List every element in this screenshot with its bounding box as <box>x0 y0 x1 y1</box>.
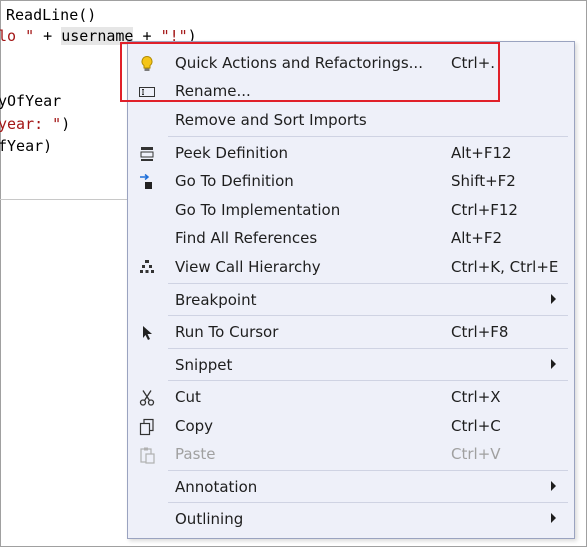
go-to-definition-icon <box>138 173 156 191</box>
menu-item-shortcut: Ctrl+V <box>451 445 501 463</box>
code-line-1: ReadLine() <box>6 6 96 24</box>
menu-item-shortcut: Ctrl+F12 <box>451 201 518 219</box>
cursor-icon <box>138 324 156 342</box>
code-text: fYear) <box>0 137 53 155</box>
menu-item-label: Peek Definition <box>175 144 289 162</box>
menu-separator <box>168 136 568 137</box>
menu-item-shortcut: Alt+F2 <box>451 229 503 247</box>
menu-item-label: Copy <box>175 417 214 435</box>
submenu-arrow-icon <box>551 294 556 304</box>
code-line-3: yOfYear <box>0 92 61 110</box>
menu-item-outlining[interactable]: Outlining <box>128 505 574 533</box>
menu-separator <box>168 380 568 381</box>
menu-item-label: Outlining <box>175 510 244 528</box>
menu-item-remove-sort-imports[interactable]: Remove and Sort Imports <box>128 106 574 134</box>
menu-item-label: Remove and Sort Imports <box>175 111 367 129</box>
menu-separator <box>168 315 568 316</box>
code-text: ) <box>61 115 71 133</box>
menu-item-peek-definition[interactable]: Peek Definition Alt+F12 <box>128 139 574 167</box>
scissors-icon <box>138 389 156 407</box>
menu-item-label: Snippet <box>175 356 233 374</box>
highlight-box <box>120 42 500 102</box>
menu-item-paste[interactable]: Paste Ctrl+V <box>128 440 574 468</box>
copy-icon <box>138 418 156 436</box>
peek-definition-icon <box>138 145 156 163</box>
submenu-arrow-icon <box>551 359 556 369</box>
menu-item-shortcut: Ctrl+C <box>451 417 501 435</box>
menu-item-label: Go To Implementation <box>175 201 341 219</box>
code-divider <box>0 199 128 200</box>
menu-item-label: Run To Cursor <box>175 323 279 341</box>
menu-separator <box>168 283 568 284</box>
paste-icon <box>138 446 156 464</box>
menu-item-go-to-definition[interactable]: Go To Definition Shift+F2 <box>128 167 574 195</box>
code-text: ReadLine() <box>6 6 97 24</box>
menu-item-shortcut: Ctrl+F8 <box>451 323 509 341</box>
menu-item-label: Annotation <box>175 478 258 496</box>
menu-item-shortcut: Alt+F12 <box>451 144 512 162</box>
code-string: lo " <box>0 27 35 45</box>
menu-separator <box>168 502 568 503</box>
menu-item-label: Find All References <box>175 229 318 247</box>
menu-item-label: Go To Definition <box>175 172 294 190</box>
menu-item-shortcut: Ctrl+X <box>451 388 501 406</box>
menu-item-copy[interactable]: Copy Ctrl+C <box>128 412 574 440</box>
menu-item-label: Cut <box>175 388 201 406</box>
call-hierarchy-icon <box>138 259 156 277</box>
menu-item-annotation[interactable]: Annotation <box>128 473 574 501</box>
menu-separator <box>168 348 568 349</box>
submenu-arrow-icon <box>551 481 556 491</box>
menu-item-view-call-hierarchy[interactable]: View Call Hierarchy Ctrl+K, Ctrl+E <box>128 253 574 281</box>
menu-item-go-to-implementation[interactable]: Go To Implementation Ctrl+F12 <box>128 196 574 224</box>
code-text: + <box>34 27 62 45</box>
menu-separator <box>168 470 568 471</box>
menu-item-run-to-cursor[interactable]: Run To Cursor Ctrl+F8 <box>128 318 574 346</box>
menu-item-snippet[interactable]: Snippet <box>128 351 574 379</box>
menu-item-label: Breakpoint <box>175 291 257 309</box>
menu-item-shortcut: Ctrl+K, Ctrl+E <box>451 258 559 276</box>
code-line-5: fYear) <box>0 137 52 155</box>
menu-item-shortcut: Shift+F2 <box>451 172 516 190</box>
menu-item-label: Paste <box>175 445 216 463</box>
context-menu: Quick Actions and Refactorings... Ctrl+.… <box>127 41 575 539</box>
menu-item-breakpoint[interactable]: Breakpoint <box>128 286 574 314</box>
code-text: yOfYear <box>0 92 62 110</box>
code-line-4: year: ") <box>0 115 70 133</box>
menu-item-cut[interactable]: Cut Ctrl+X <box>128 383 574 411</box>
submenu-arrow-icon <box>551 513 556 523</box>
code-string: year: " <box>0 115 62 133</box>
menu-item-find-all-references[interactable]: Find All References Alt+F2 <box>128 224 574 252</box>
menu-item-label: View Call Hierarchy <box>175 258 321 276</box>
